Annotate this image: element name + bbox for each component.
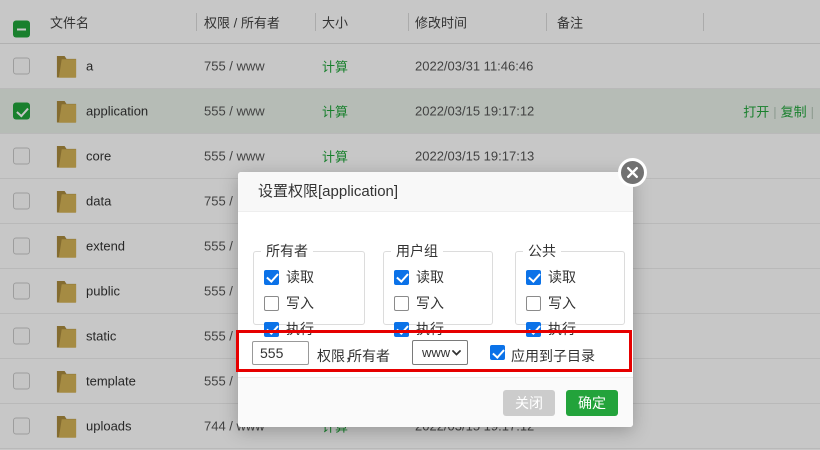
chevron-down-icon (452, 350, 461, 356)
dialog-header: 设置权限[application] (238, 172, 633, 212)
checkbox-label: 读取 (286, 267, 314, 287)
permission-value-input[interactable] (252, 341, 309, 365)
write-checkbox[interactable] (394, 296, 409, 311)
apply-to-subdir-checkbox[interactable] (490, 345, 505, 360)
public-permission-group: 公共 读取 写入 执行 (515, 241, 625, 325)
confirm-button[interactable]: 确定 (566, 390, 618, 416)
execute-checkbox[interactable] (394, 322, 409, 337)
checkbox-label: 执行 (416, 319, 444, 339)
write-checkbox[interactable] (526, 296, 541, 311)
set-permission-dialog: 设置权限[application] 所有者 读取 写入 执行 用户组 读取 写入… (238, 172, 633, 427)
checkbox-label: 写入 (548, 293, 576, 313)
read-checkbox[interactable] (394, 270, 409, 285)
read-checkbox[interactable] (264, 270, 279, 285)
dialog-title: 设置权限[application] (258, 172, 398, 212)
group-legend: 公共 (523, 241, 561, 261)
checkbox-label: 写入 (286, 293, 314, 313)
group-legend: 所有者 (261, 241, 313, 261)
owner-select[interactable]: www (412, 340, 468, 365)
dialog-footer: 关闭 确定 (238, 377, 633, 427)
close-button[interactable]: 关闭 (503, 390, 555, 416)
usergroup-permission-group: 用户组 读取 写入 执行 (383, 241, 493, 325)
checkbox-label: 执行 (548, 319, 576, 339)
execute-checkbox[interactable] (526, 322, 541, 337)
owner-label: 所有者 (348, 346, 390, 366)
owner-permission-group: 所有者 读取 写入 执行 (253, 241, 365, 325)
checkbox-label: 读取 (548, 267, 576, 287)
read-checkbox[interactable] (526, 270, 541, 285)
apply-to-subdir-label: 应用到子目录 (511, 346, 595, 366)
checkbox-label: 读取 (416, 267, 444, 287)
close-icon[interactable] (618, 158, 647, 187)
group-legend: 用户组 (391, 241, 443, 261)
file-manager-page: 文件名 权限 / 所有者 大小 修改时间 备注 a 755 / www 计算 2… (0, 0, 820, 450)
checkbox-label: 执行 (286, 319, 314, 339)
execute-checkbox[interactable] (264, 322, 279, 337)
owner-select-value: www (422, 345, 450, 360)
write-checkbox[interactable] (264, 296, 279, 311)
checkbox-label: 写入 (416, 293, 444, 313)
